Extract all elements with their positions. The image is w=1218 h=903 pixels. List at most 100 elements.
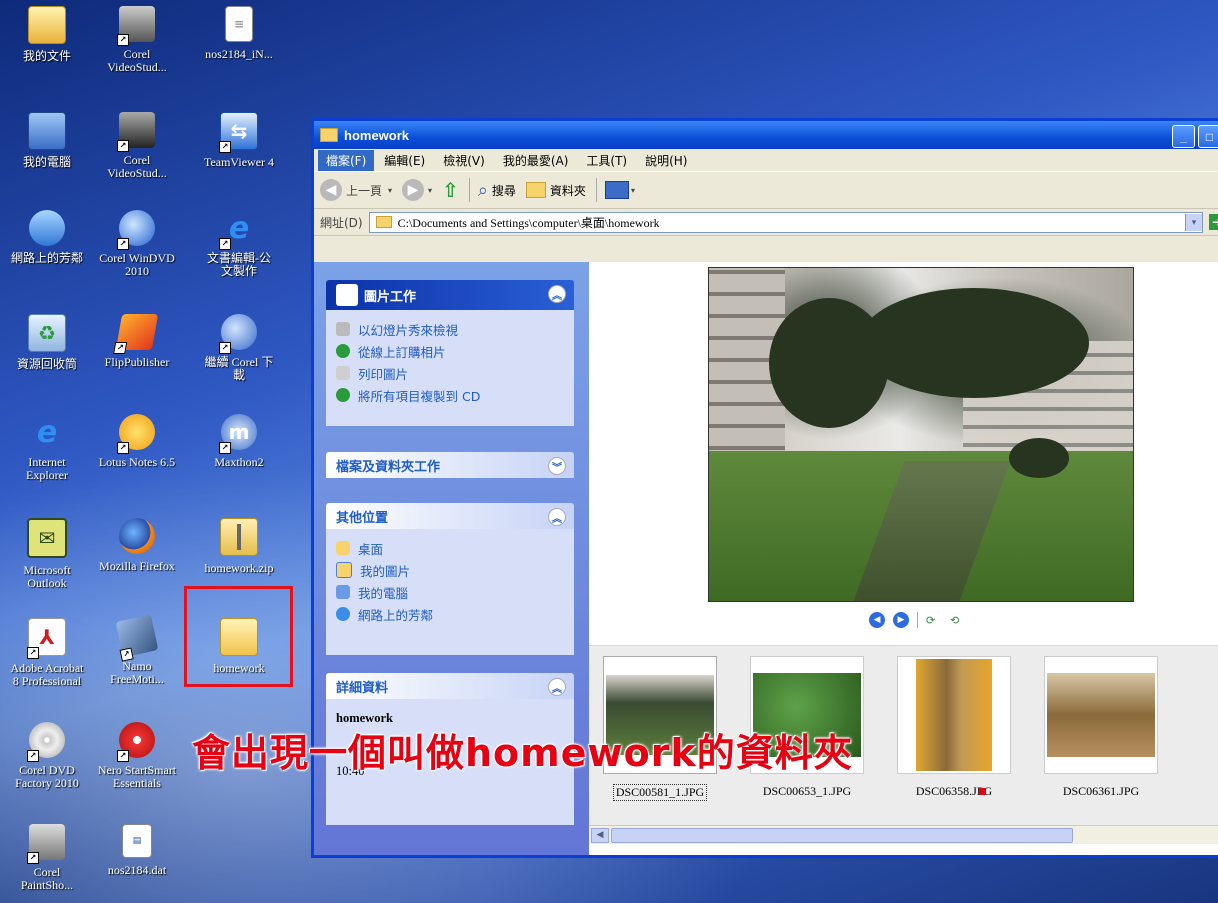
video-camera-icon: ↗ — [117, 6, 155, 46]
desktop-icon-nos2184-dat[interactable]: ▤ nos2184.dat — [94, 824, 180, 877]
preview-photo[interactable] — [708, 267, 1134, 602]
collapse-icon[interactable]: ︽ — [548, 285, 566, 303]
rotate-counterclockwise-icon[interactable]: ⟲ — [950, 614, 966, 627]
place-desktop[interactable]: 桌面 — [336, 537, 564, 559]
toolbar-separator — [468, 178, 470, 202]
desktop-icon-label: Microsoft Outlook — [23, 563, 71, 590]
desktop-icon-recycle-bin[interactable]: ♻ 資源回收筒 — [4, 314, 90, 371]
desktop-icon-firefox[interactable]: Mozilla Firefox — [94, 518, 180, 573]
search-button[interactable]: ⌕ 搜尋 — [478, 180, 516, 201]
task-copy-to-cd[interactable]: 將所有項目複製到 CD — [336, 384, 564, 406]
picture-tasks-icon — [336, 284, 358, 306]
menu-help[interactable]: 說明(H) — [637, 150, 695, 171]
desktop-icon-corel-download[interactable]: ↗ 繼續 Corel 下 載 — [196, 314, 282, 382]
desktop-icon-maxthon[interactable]: m ↗ Maxthon2 — [196, 414, 282, 469]
desktop-icon-corel-windvd[interactable]: ↗ Corel WinDVD 2010 — [94, 210, 180, 278]
desktop-icon-my-computer[interactable]: 我的電腦 — [4, 112, 90, 169]
nero-icon: ↗ — [117, 722, 155, 762]
desktop-icon-label: Maxthon2 — [214, 455, 264, 469]
folders-button[interactable]: 資料夾 — [525, 182, 586, 199]
collapse-icon[interactable]: ︽ — [548, 508, 566, 526]
place-my-computer[interactable]: 我的電腦 — [336, 581, 564, 603]
other-places-header[interactable]: 其他位置 ︽ — [326, 503, 574, 529]
other-places-title: 其他位置 — [336, 510, 389, 526]
desktop-icon-nos2184-in[interactable]: ≡ nos2184_iN... — [196, 6, 282, 61]
menu-file[interactable]: 檔案(F) — [318, 149, 375, 171]
desktop-icon-corel-paintshop[interactable]: ↗ Corel PaintSho... — [4, 824, 90, 892]
desktop-icon-lotus-notes[interactable]: ↗ Lotus Notes 6.5 — [94, 414, 180, 469]
thumbnail-item[interactable]: DSC06361.JPG — [1036, 656, 1166, 799]
controls-separator — [917, 612, 918, 628]
place-network[interactable]: 網路上的芳鄰 — [336, 603, 564, 625]
scroll-left-icon[interactable]: ◀ — [591, 828, 609, 843]
desktop-icon-label: 我的文件 — [22, 49, 71, 63]
task-order-prints[interactable]: 從線上訂購相片 — [336, 340, 564, 362]
horizontal-scrollbar[interactable]: ◀ — [589, 825, 1218, 844]
back-button[interactable]: ◀ 上一頁 ▾ — [320, 179, 392, 201]
desktop-icon-label: TeamViewer 4 — [203, 155, 275, 169]
desktop-icon-corel-videostudio-1[interactable]: ↗ Corel VideoStud... — [94, 6, 180, 74]
preview-controls: ◀ ▶ ⟳ ⟲ — [869, 612, 966, 628]
desktop-icon-corel-videostudio-2[interactable]: ↗ Corel VideoStud... — [94, 112, 180, 180]
picture-tasks-panel: 圖片工作 ︽ 以幻燈片秀來檢視 從線上訂購相片 列印圖片 將所有項目複製到 CD — [326, 280, 574, 426]
title-bar[interactable]: homework _ □ — [314, 121, 1218, 149]
chevron-down-icon: ▾ — [388, 185, 393, 195]
address-dropdown-icon[interactable]: ▾ — [1184, 213, 1202, 231]
task-label: 將所有項目複製到 CD — [358, 388, 481, 404]
desktop-icon-acrobat[interactable]: ⅄ ↗ Adobe Acrobat 8 Professional — [4, 618, 90, 688]
toolbar: ◀ 上一頁 ▾ ▶ ▾ ⇧ ⌕ 搜尋 資料夾 ▾ — [314, 172, 1218, 209]
expand-icon[interactable]: ︾ — [548, 457, 566, 475]
address-input[interactable]: C:\Documents and Settings\computer\桌面\ho… — [368, 211, 1203, 233]
thumbnail-item[interactable]: DSC06358.JPG — [889, 656, 1019, 799]
zip-folder-icon — [220, 518, 258, 556]
folders-label: 資料夾 — [549, 183, 586, 198]
forward-button[interactable]: ▶ ▾ — [402, 179, 432, 201]
desktop-icon-corel-dvd-factory[interactable]: ↗ Corel DVD Factory 2010 — [4, 722, 90, 790]
desktop-icon-document-editor[interactable]: e ↗ 文書編輯-公 文製作 — [196, 210, 282, 278]
network-places-icon — [29, 210, 65, 246]
rotate-clockwise-icon[interactable]: ⟳ — [926, 614, 942, 627]
details-header[interactable]: 詳細資料 ︽ — [326, 673, 574, 699]
minimize-button[interactable]: _ — [1172, 125, 1195, 148]
search-icon: ⌕ — [477, 179, 488, 201]
dvd-disc-icon: ↗ — [27, 722, 65, 762]
menu-edit[interactable]: 編輯(E) — [376, 150, 433, 171]
desktop-icon-label: 網路上的芳鄰 — [10, 251, 83, 265]
collapse-icon[interactable]: ︽ — [548, 678, 566, 696]
desktop-icon-nero[interactable]: ↗ Nero StartSmart Essentials — [94, 722, 180, 790]
menu-favorites[interactable]: 我的最愛(A) — [495, 150, 577, 171]
printer-icon — [336, 366, 350, 380]
go-arrow-icon[interactable]: ➜ — [1208, 214, 1218, 230]
task-slideshow[interactable]: 以幻燈片秀來檢視 — [336, 318, 564, 340]
up-button[interactable]: ⇧ — [442, 178, 459, 202]
corel-download-icon: ↗ — [219, 314, 257, 354]
desktop-icon-network-places[interactable]: 網路上的芳鄰 — [4, 210, 90, 265]
desktop-icon-namo-freemotion[interactable]: ↗ Namo FreeMoti... — [94, 614, 180, 686]
desktop-icon-label: 我的電腦 — [22, 155, 71, 169]
picture-tasks-header[interactable]: 圖片工作 ︽ — [326, 280, 574, 310]
maximize-button[interactable]: □ — [1198, 125, 1218, 148]
desktop-icon-flippublisher[interactable]: ↗ FlipPublisher — [94, 314, 180, 369]
desktop-icon-outlook[interactable]: ✉ Microsoft Outlook — [4, 518, 90, 590]
address-path: C:\Documents and Settings\computer\桌面\ho… — [397, 215, 660, 230]
details-title: 詳細資料 — [336, 680, 389, 696]
thumbnail-caption: DSC06358.JPG — [915, 784, 993, 798]
network-icon — [336, 607, 350, 621]
place-my-pictures[interactable]: 我的圖片 — [336, 559, 564, 581]
desktop-icon-homework-zip[interactable]: homework.zip — [196, 518, 282, 575]
desktop-icon-label: 繼續 Corel 下 載 — [204, 355, 274, 382]
desktop-icon-internet-explorer[interactable]: e Internet Explorer — [4, 414, 90, 482]
menu-tools[interactable]: 工具(T) — [578, 150, 635, 171]
views-button[interactable]: ▾ — [604, 181, 635, 199]
next-image-icon[interactable]: ▶ — [893, 612, 909, 628]
outlook-icon: ✉ — [27, 518, 67, 558]
desktop-icon-teamviewer[interactable]: ⇆ ↗ TeamViewer 4 — [196, 112, 282, 169]
address-bar: 網址(D) C:\Documents and Settings\computer… — [314, 209, 1218, 236]
file-tasks-header[interactable]: 檔案及資料夾工作 ︾ — [326, 452, 574, 478]
previous-image-icon[interactable]: ◀ — [869, 612, 885, 628]
desktop-icon-my-documents[interactable]: 我的文件 — [4, 6, 90, 63]
task-print-pictures[interactable]: 列印圖片 — [336, 362, 564, 384]
folders-icon — [525, 182, 546, 198]
scrollbar-thumb[interactable] — [611, 828, 1073, 843]
menu-view[interactable]: 檢視(V) — [435, 150, 493, 171]
